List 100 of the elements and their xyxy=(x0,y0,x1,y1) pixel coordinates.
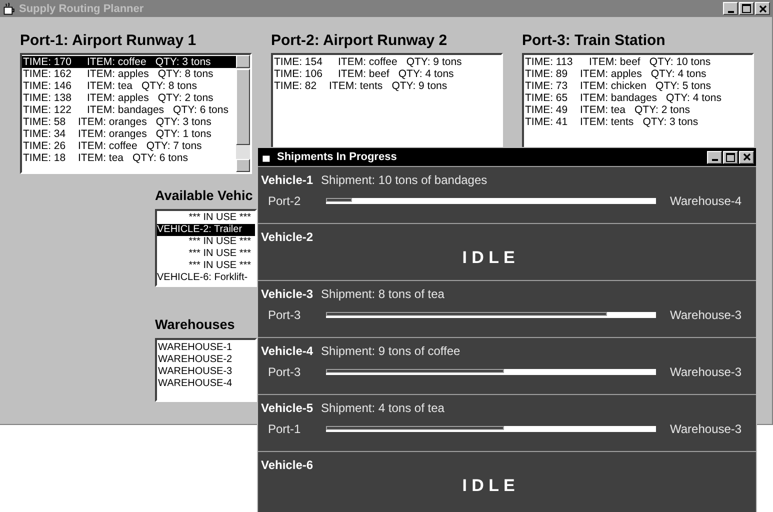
destination-text: Warehouse-4 xyxy=(670,194,742,208)
item-text: ITEM: bandages xyxy=(87,104,164,116)
list-item[interactable]: WAREHOUSE-3 xyxy=(158,366,255,378)
quantity-text: QTY: 6 tons xyxy=(132,152,188,164)
list-item[interactable]: TIME: 82 ITEM: tents QTY: 9 tons xyxy=(273,80,501,92)
vehicle-name: Vehicle-5 xyxy=(261,401,314,415)
list-item[interactable]: VEHICLE-2: Trailer xyxy=(157,224,255,236)
list-item[interactable]: WAREHOUSE-1 xyxy=(158,342,255,354)
section-title: Available Vehic xyxy=(155,188,254,203)
list-item[interactable]: TIME: 58 ITEM: oranges QTY: 3 tons xyxy=(22,116,236,128)
list-item[interactable]: WAREHOUSE-4 xyxy=(158,378,255,390)
item-text: ITEM: tea xyxy=(87,80,133,92)
list-item[interactable]: VEHICLE-6: Forklift- xyxy=(157,272,255,284)
section-title: Warehouses xyxy=(155,317,236,332)
list-item[interactable]: TIME: 170 ITEM: coffee QTY: 3 tons xyxy=(22,56,236,68)
minimize-icon xyxy=(712,159,718,161)
list-item[interactable]: TIME: 26 ITEM: coffee QTY: 7 tons xyxy=(22,140,236,152)
vehicle-name: Vehicle-2 xyxy=(261,230,314,244)
quantity-text: QTY: 8 tons xyxy=(158,68,214,80)
item-text: ITEM: apples xyxy=(580,68,642,80)
close-icon xyxy=(742,153,750,161)
list-item[interactable]: WAREHOUSE-2 xyxy=(158,354,255,366)
item-text: ITEM: tea xyxy=(78,152,124,164)
shipment-text: Shipment: 10 tons of bandages xyxy=(321,173,488,187)
maximize-button[interactable] xyxy=(723,150,738,164)
list-item[interactable]: TIME: 49 ITEM: tea QTY: 2 tons xyxy=(524,104,752,116)
list-item[interactable]: TIME: 122 ITEM: bandages QTY: 6 tons xyxy=(22,104,236,116)
quantity-text: QTY: 6 tons xyxy=(173,104,228,116)
time-text: TIME: 82 xyxy=(274,80,318,92)
list-item[interactable]: TIME: 41 ITEM: tents QTY: 3 tons xyxy=(524,116,752,128)
list-item[interactable]: TIME: 113 ITEM: beef QTY: 10 tons xyxy=(524,56,752,68)
quantity-text: QTY: 5 tons xyxy=(656,80,711,92)
quantity-text: QTY: 1 tons xyxy=(156,128,212,140)
list-item[interactable]: TIME: 106 ITEM: beef QTY: 4 tons xyxy=(273,68,501,80)
list-item[interactable]: *** IN USE *** xyxy=(157,260,255,272)
close-icon xyxy=(758,4,766,12)
quantity-text: QTY: 4 tons xyxy=(666,92,722,104)
scroll-up-button[interactable] xyxy=(236,55,250,68)
shipment-text: Shipment: 8 tons of tea xyxy=(321,287,444,301)
time-text: TIME: 65 xyxy=(525,92,569,104)
time-text: TIME: 18 xyxy=(23,152,67,164)
destination-text: Warehouse-3 xyxy=(670,308,742,322)
list-item[interactable]: *** IN USE *** xyxy=(157,236,255,248)
origin-text: Port-3 xyxy=(267,308,302,322)
list-item[interactable]: *** IN USE *** xyxy=(157,212,255,224)
item-text: ITEM: tents xyxy=(329,80,383,92)
time-text: TIME: 122 xyxy=(23,104,72,116)
list-item[interactable]: *** IN USE *** xyxy=(157,248,255,260)
list-item[interactable]: TIME: 65 ITEM: bandages QTY: 4 tons xyxy=(524,92,752,104)
minimize-button[interactable] xyxy=(707,150,722,164)
item-text: ITEM: coffee xyxy=(78,140,138,152)
minimize-icon xyxy=(728,10,734,12)
status-text: I D L E xyxy=(462,476,515,496)
item-text: ITEM: tents xyxy=(580,116,634,128)
origin-text: Port-1 xyxy=(267,422,302,436)
list-item[interactable]: TIME: 138 ITEM: apples QTY: 2 tons xyxy=(22,92,236,104)
origin-text: Port-3 xyxy=(267,365,302,379)
quantity-text: QTY: 4 tons xyxy=(650,68,706,80)
time-text: TIME: 106 xyxy=(274,68,324,80)
list-item[interactable]: TIME: 18 ITEM: tea QTY: 6 tons xyxy=(22,152,236,164)
close-button[interactable] xyxy=(755,2,770,15)
item-text: ITEM: oranges xyxy=(78,116,147,128)
quantity-text: QTY: 9 tons xyxy=(392,80,448,92)
quantity-text: QTY: 3 tons xyxy=(156,116,212,128)
scroll-thumb[interactable] xyxy=(236,69,250,145)
item-text: ITEM: beef xyxy=(338,68,390,80)
item-text: ITEM: apples xyxy=(87,68,149,80)
quantity-text: QTY: 7 tons xyxy=(146,140,202,152)
time-text: TIME: 162 xyxy=(23,68,72,80)
vehicle-name: Vehicle-4 xyxy=(261,344,314,358)
shipment-text: Shipment: 4 tons of tea xyxy=(321,401,444,415)
quantity-text: QTY: 3 tons xyxy=(642,116,698,128)
quantity-text: QTY: 2 tons xyxy=(158,92,214,104)
list-item[interactable]: TIME: 73 ITEM: chicken QTY: 5 tons xyxy=(524,80,752,92)
list-item[interactable]: TIME: 34 ITEM: oranges QTY: 1 tons xyxy=(22,128,236,140)
minimize-button[interactable] xyxy=(723,2,738,15)
maximize-button[interactable] xyxy=(739,2,754,15)
time-text: TIME: 113 xyxy=(525,56,574,68)
time-text: TIME: 138 xyxy=(23,92,72,104)
window-title: Shipments In Progress xyxy=(277,151,398,163)
quantity-text: QTY: 10 tons xyxy=(649,56,711,68)
quantity-text: QTY: 3 tons xyxy=(155,56,211,68)
close-button[interactable] xyxy=(739,150,754,164)
time-text: TIME: 146 xyxy=(23,80,72,92)
vehicle-name: Vehicle-3 xyxy=(261,287,314,301)
list-item[interactable]: TIME: 89 ITEM: apples QTY: 4 tons xyxy=(524,68,752,80)
scrollbar[interactable] xyxy=(236,55,250,172)
list-item[interactable]: TIME: 162 ITEM: apples QTY: 8 tons xyxy=(22,68,236,80)
scroll-down-button[interactable] xyxy=(236,159,250,172)
list-item[interactable]: TIME: 146 ITEM: tea QTY: 8 tons xyxy=(22,80,236,92)
status-text: I D L E xyxy=(462,248,515,268)
destination-text: Warehouse-3 xyxy=(670,365,742,379)
time-text: TIME: 89 xyxy=(525,68,569,80)
item-text: ITEM: coffee xyxy=(338,56,398,68)
quantity-text: QTY: 9 tons xyxy=(406,56,462,68)
list-item[interactable]: TIME: 154 ITEM: coffee QTY: 9 tons xyxy=(273,56,501,68)
time-text: TIME: 154 xyxy=(274,56,324,68)
time-text: TIME: 49 xyxy=(525,104,569,116)
item-text: ITEM: tea xyxy=(580,104,626,116)
time-text: TIME: 41 xyxy=(525,116,569,128)
